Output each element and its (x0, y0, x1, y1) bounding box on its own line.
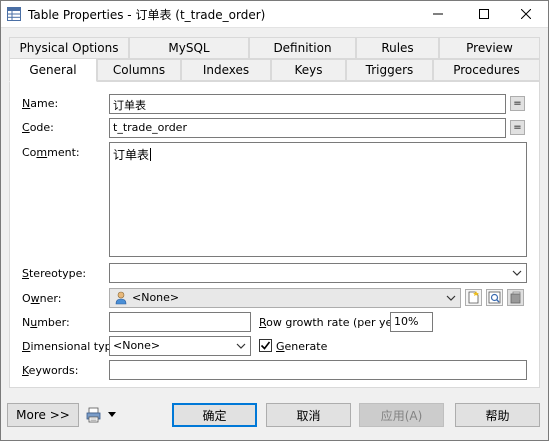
tab-label: Columns (112, 63, 166, 77)
comment-label: Comment: (22, 146, 80, 159)
comment-text: 订单表 (113, 148, 150, 162)
tab-label: Indexes (202, 63, 250, 77)
checkmark-icon (260, 341, 271, 350)
tab-label: Keys (294, 63, 323, 77)
tab-mysql[interactable]: MySQL (129, 37, 249, 59)
row-growth-input[interactable]: 10% (390, 312, 433, 332)
minimize-button[interactable] (415, 0, 461, 28)
dimensional-type-value: <None> (113, 339, 161, 352)
user-icon (115, 291, 127, 305)
tab-indexes[interactable]: Indexes (181, 59, 271, 81)
keywords-label: Keywords: (22, 364, 79, 377)
help-button[interactable]: 帮助 (455, 403, 540, 427)
window-title: Table Properties - 订单表 (t_trade_order) (28, 8, 266, 22)
generate-checkbox[interactable] (259, 339, 272, 352)
tab-general[interactable]: General (9, 58, 97, 82)
stereotype-combo[interactable] (109, 263, 527, 283)
number-label: Number: (22, 316, 70, 329)
tab-rules[interactable]: Rules (356, 37, 439, 59)
number-input[interactable] (109, 312, 251, 332)
tab-keys[interactable]: Keys (271, 59, 346, 81)
clear-icon (510, 291, 521, 304)
dimensional-type-label: Dimensional type: (22, 340, 123, 353)
ok-button[interactable]: 确定 (172, 403, 257, 427)
print-menu-button[interactable] (86, 405, 122, 425)
chevron-down-icon (512, 270, 522, 276)
code-input[interactable]: t_trade_order (109, 118, 506, 138)
code-label: Code: (22, 121, 54, 134)
tab-label: General (29, 63, 77, 77)
owner-value: <None> (132, 291, 180, 304)
table-icon (7, 7, 21, 21)
chevron-down-icon (446, 295, 456, 301)
close-icon (521, 9, 531, 19)
tab-label: Triggers (365, 63, 414, 77)
tab-procedures[interactable]: Procedures (433, 59, 540, 81)
tab-label: Procedures (453, 63, 520, 77)
caret-down-icon (108, 412, 116, 417)
more-button[interactable]: More >> (7, 403, 79, 427)
name-equal-button[interactable]: = (510, 96, 525, 111)
delete-owner-button[interactable] (507, 289, 524, 306)
generate-label: Generate (276, 340, 328, 353)
maximize-button[interactable] (461, 0, 507, 28)
code-equal-button[interactable]: = (510, 120, 525, 135)
printer-icon (86, 407, 101, 423)
tab-physical-options[interactable]: Physical Options (9, 37, 129, 59)
tab-preview[interactable]: Preview (439, 37, 540, 59)
close-button[interactable] (503, 0, 549, 28)
dimensional-type-select[interactable]: <None> (109, 336, 251, 356)
cancel-button[interactable]: 取消 (266, 403, 351, 427)
tab-label: Physical Options (19, 41, 119, 55)
text-caret (150, 148, 152, 161)
tab-triggers[interactable]: Triggers (346, 59, 433, 81)
name-input[interactable]: 订单表 (109, 94, 506, 114)
new-owner-button[interactable] (465, 289, 482, 306)
owner-combo[interactable]: <None> (109, 288, 461, 308)
row-growth-label: Row growth rate (per year): (259, 316, 412, 329)
stereotype-label: Stereotype: (22, 267, 87, 280)
chevron-down-icon (236, 343, 246, 349)
new-document-icon (468, 291, 479, 304)
apply-button[interactable]: 应用(A) (359, 403, 444, 427)
tab-columns[interactable]: Columns (97, 59, 181, 81)
tab-label: Rules (381, 41, 414, 55)
name-label: Name: (22, 97, 59, 110)
owner-properties-button[interactable] (486, 289, 503, 306)
owner-label: Owner: (22, 292, 62, 305)
title-bar: Table Properties - 订单表 (t_trade_order) (0, 0, 549, 28)
comment-textarea[interactable]: 订单表 (109, 142, 527, 257)
minimize-icon (433, 13, 443, 15)
maximize-icon (479, 9, 489, 19)
tab-label: Definition (273, 41, 332, 55)
tab-label: Preview (466, 41, 513, 55)
properties-icon (488, 291, 501, 304)
tab-definition[interactable]: Definition (249, 37, 356, 59)
keywords-input[interactable] (109, 360, 527, 380)
tab-label: MySQL (168, 41, 210, 55)
